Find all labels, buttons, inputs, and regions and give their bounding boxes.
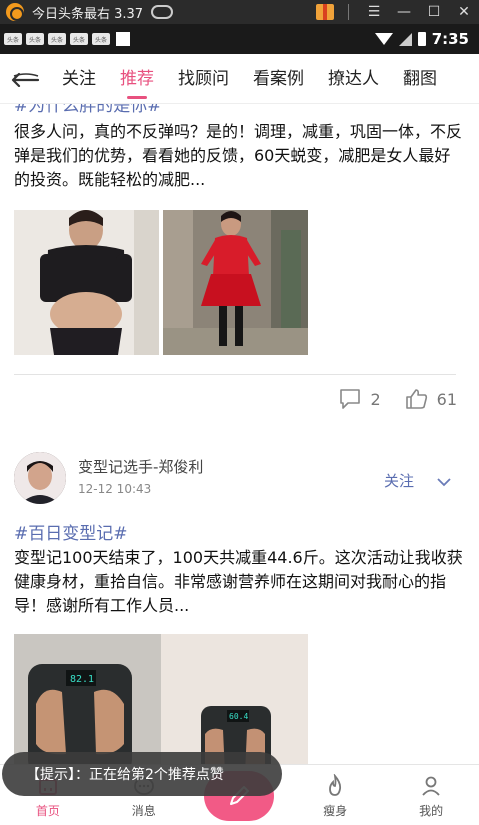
scale-photo-after: 60.4 (161, 634, 308, 764)
like-button[interactable]: 61 (405, 388, 457, 410)
follow-button[interactable]: 关注 (384, 470, 414, 491)
maximize-button[interactable]: ☐ (419, 0, 449, 24)
user-icon (422, 776, 440, 796)
notification-square-icon (116, 32, 130, 46)
username[interactable]: 变型记选手-郑俊利 (78, 456, 203, 477)
post-time: 12-12 10:43 (78, 482, 152, 496)
post-text[interactable]: 很多人问，真的不反弹吗？是的！调理，减重，巩固一体，不反弹是我们的优势，看看她的… (0, 120, 479, 192)
tab-more[interactable]: 翻图 (391, 54, 449, 103)
post-text[interactable]: 变型记100天结束了，100天共减重44.6斤。这次活动让我收获健康身材，重拾自… (0, 546, 479, 618)
back-button[interactable] (0, 54, 50, 103)
post-photo[interactable]: 60.4 (161, 634, 308, 764)
separator (348, 4, 349, 20)
post-hashtag[interactable]: #百日变型记# (0, 522, 142, 546)
emulator-title: 今日头条最右 3.37 (32, 6, 144, 22)
post-images (0, 210, 322, 355)
thumbs-up-icon (405, 389, 427, 409)
notification-icon: 头条 (26, 33, 44, 45)
notification-icon: 头条 (92, 33, 110, 45)
nav-label: 瘦身 (323, 804, 348, 818)
scale-photo-before: 82.1 (14, 634, 161, 764)
tab-bar: 关注 推荐 找顾问 看案例 撩达人 翻图 (0, 54, 479, 104)
notification-icon: 头条 (4, 33, 22, 45)
divider (14, 374, 456, 375)
nav-slim[interactable]: 瘦身 (287, 765, 383, 825)
feed[interactable]: #为什么胖的是你# 很多人问，真的不反弹吗？是的！调理，减重，巩固一体，不反弹是… (0, 104, 479, 764)
post-author-row: 变型记选手-郑俊利 12-12 10:43 关注 (14, 450, 464, 506)
tab-find-advisor[interactable]: 找顾问 (166, 54, 241, 103)
comment-count: 2 (370, 389, 381, 409)
scale-reading: 82.1 (70, 674, 94, 685)
battery-icon (417, 32, 426, 46)
minimize-button[interactable]: — (389, 0, 419, 24)
post-photo[interactable] (14, 210, 159, 355)
like-count: 61 (436, 389, 457, 409)
status-time: 7:35 (431, 30, 469, 48)
tab-recommend[interactable]: 推荐 (108, 54, 166, 103)
comment-icon (340, 389, 361, 409)
nav-label: 我的 (419, 804, 444, 818)
avatar-image (14, 452, 66, 504)
notification-icon: 头条 (48, 33, 66, 45)
emulator-title-bar: 今日头条最右 3.37 ☰ — ☐ ✕ (0, 0, 479, 24)
post-hashtag[interactable]: #为什么胖的是你# (0, 104, 176, 118)
chevron-down-icon[interactable] (436, 472, 452, 491)
post-actions: 2 61 (314, 388, 457, 410)
comment-button[interactable]: 2 (338, 388, 381, 410)
gift-icon[interactable] (316, 4, 334, 20)
scale-reading: 60.4 (229, 712, 248, 721)
notification-icon: 头条 (70, 33, 88, 45)
tab-experts[interactable]: 撩达人 (316, 54, 391, 103)
toast-message: 【提示】：正在给第2个推荐点赞 (2, 752, 282, 796)
menu-button[interactable]: ☰ (359, 0, 389, 24)
avatar[interactable] (14, 452, 66, 504)
nav-label: 首页 (35, 804, 60, 818)
post-photo[interactable] (163, 210, 308, 355)
tab-cases[interactable]: 看案例 (241, 54, 316, 103)
android-status-bar: 头条 头条 头条 头条 头条 7:35 (0, 24, 479, 54)
close-button[interactable]: ✕ (449, 0, 479, 24)
nav-label: 消息 (131, 804, 156, 818)
app-logo-icon (6, 3, 24, 21)
back-arrow-icon (11, 72, 40, 87)
post-images: 82.1 60.4 (0, 634, 322, 764)
nav-profile[interactable]: 我的 (383, 765, 479, 825)
tab-follow[interactable]: 关注 (50, 54, 108, 103)
flame-icon (329, 774, 342, 796)
before-photo-image (14, 210, 159, 355)
signal-icon (398, 32, 412, 46)
after-photo-image (163, 210, 308, 355)
wifi-icon (374, 33, 393, 45)
post-photo[interactable]: 82.1 (14, 634, 161, 764)
gamepad-icon[interactable] (151, 5, 174, 19)
